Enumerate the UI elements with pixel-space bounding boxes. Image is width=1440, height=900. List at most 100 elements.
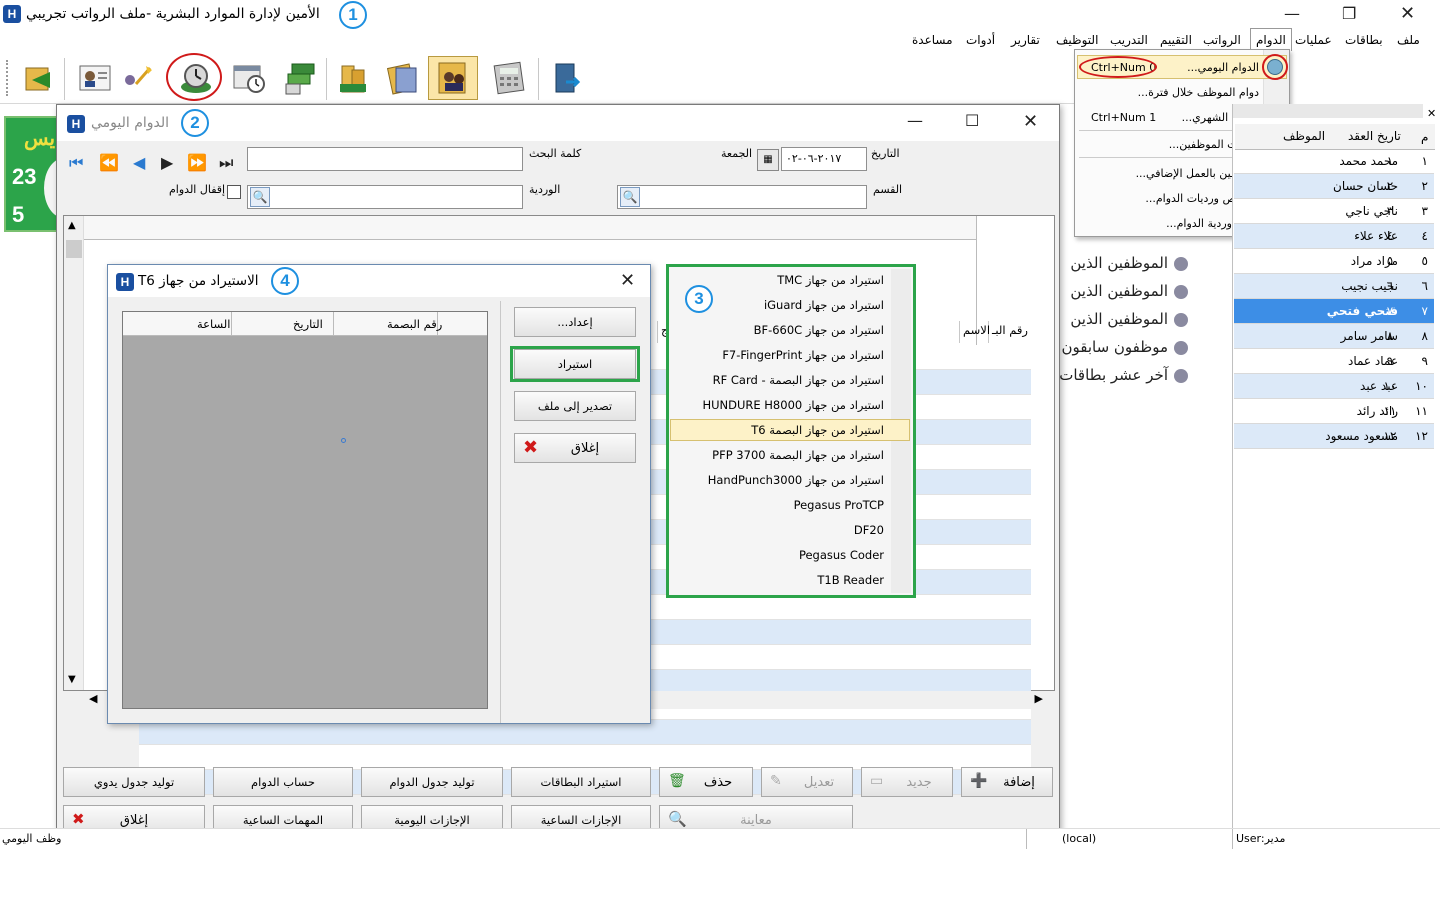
employee-row[interactable]: ٩ ٩ عماد عماد [1234,349,1434,374]
grid-header [64,216,980,240]
generate-schedule-button[interactable]: توليد جدول الدوام [361,767,503,797]
device-item[interactable]: T1B Reader [672,573,884,587]
menu-payroll[interactable]: الرواتب [1203,33,1241,47]
grid-column-header[interactable]: رقم البـ [992,323,1028,337]
device-item[interactable]: استيراد من جهاز HUNDURE H8000 [672,398,884,412]
calculate-attendance-button[interactable]: حساب الدوام [213,767,353,797]
import-close-icon[interactable]: ✕ [620,270,635,291]
first-record-icon[interactable]: ⏮ [69,153,83,173]
tree-item[interactable]: الموظفين الذين [1070,254,1188,272]
menu-item-employee-period[interactable]: دوام الموظف خلال فترة... [1138,86,1259,99]
device-item[interactable]: Pegasus Coder [672,548,884,562]
device-item[interactable]: Pegasus ProTCP [672,498,884,512]
menu-training[interactable]: التدريب [1110,33,1148,47]
employee-wand-icon[interactable] [120,60,158,96]
search-icon[interactable]: 🔍 [250,187,270,207]
new-button[interactable]: ▭ جديد [861,767,953,797]
import-button[interactable]: استيراد [514,349,636,379]
employee-row[interactable]: ١٠ ١٠ عبد عبد [1234,374,1434,399]
device-item[interactable]: استيراد من جهاز HandPunch3000 [672,473,884,487]
tree-item-label: الموظفين الذين [1070,310,1168,328]
menu-hiring[interactable]: التوظيف [1056,33,1098,47]
employee-row[interactable]: ٦ ٦ نجيب نجيب [1234,274,1434,299]
menu-cards[interactable]: بطاقات [1345,33,1383,47]
close-icon[interactable]: ✕ [1400,3,1415,24]
next-record-icon[interactable]: ▶ [161,153,173,172]
grid-column-header[interactable]: الاسم [963,323,990,337]
menu-reports[interactable]: تقارير [1011,33,1040,47]
last-record-icon[interactable]: ⏭ [219,153,233,173]
calculator-icon[interactable] [490,60,528,96]
menu-tools[interactable]: أدوات [966,33,995,47]
books-icon[interactable] [336,60,374,96]
device-item[interactable]: استيراد من جهاز F7-FingerPrint [672,348,884,362]
device-item[interactable]: DF20 [672,523,884,537]
menu-attendance[interactable]: الدوام [1250,28,1292,51]
employee-row[interactable]: ١ ١ محمد محمد [1234,149,1434,174]
add-button[interactable]: ➕ إضافة [961,767,1053,797]
device-item[interactable]: استيراد من جهاز البصمة PFP 3700 [672,448,884,462]
employee-row[interactable]: ٤ ٤ علاء علاء [1234,224,1434,249]
prev-page-icon[interactable]: ⏪ [99,153,119,172]
maximize-icon[interactable]: ❐ [1342,4,1356,23]
employee-row[interactable]: ١٢ ١٢ مسعود مسعود [1234,424,1434,449]
toolbar-grip [6,60,10,96]
payroll-money-icon[interactable] [282,60,320,96]
calendar-icon[interactable]: ▦ [757,149,779,171]
tree-item[interactable]: الموظفين الذين [1070,310,1188,328]
tree-item[interactable]: آخر عشر بطاقات [1059,366,1188,384]
grid-scrollbar[interactable]: ▲ ▼ [64,216,84,690]
exit-icon[interactable] [20,60,58,96]
employee-row[interactable]: ٣ ٣ ناجي ناجي [1234,199,1434,224]
delete-button[interactable]: 🗑 حذف [659,767,753,797]
prev-record-icon[interactable]: ◀ [133,153,145,172]
employee-row[interactable]: ٥ ٥ مراد مراد [1234,249,1434,274]
import-cards-button[interactable]: استيراد البطاقات [511,767,651,797]
next-page-icon[interactable]: ⏩ [187,153,207,172]
setup-button[interactable]: إعداد... [514,307,636,337]
tree-item[interactable]: الموظفين الذين [1070,282,1188,300]
employee-row[interactable]: ٢ ٢ حسان حسان [1234,174,1434,199]
daily-minimize-icon[interactable]: — [907,111,923,130]
col-time: الساعة [197,317,231,331]
export-file-button[interactable]: تصدير إلى ملف [514,391,636,421]
lock-checkbox[interactable] [227,185,241,199]
menu-operations[interactable]: عمليات [1295,33,1332,47]
import-close-label: إغلاق [570,440,600,456]
device-item[interactable]: استيراد من جهاز BF-660C [672,323,884,337]
minimize-icon[interactable]: — [1284,4,1300,23]
menu-file[interactable]: ملف [1397,33,1420,47]
employee-row[interactable]: ٧ ٧ فتحي فتحي [1234,299,1434,324]
tree-item-label: الموظفين الذين [1070,282,1168,300]
employee-index: ٩ [1421,354,1428,368]
daily-maximize-icon[interactable]: ☐ [965,111,979,130]
device-item[interactable]: استيراد من جهاز iGuard [672,298,884,312]
panel-close-icon[interactable]: ✕ [1427,107,1436,120]
date-input[interactable]: ٢٠١٧-٠٦-٠٢ [781,147,867,171]
device-item[interactable]: استيراد من جهاز البصمة T6 [672,423,884,437]
import-close-button[interactable]: ✖ إغلاق [514,433,636,463]
edit-button[interactable]: ✎ تعديل [761,767,853,797]
department-select[interactable]: 🔍 [617,185,867,209]
import-divider [500,301,501,723]
search-keyword-input[interactable] [247,147,523,171]
daily-close-icon[interactable]: ✕ [1023,111,1038,132]
employee-row[interactable]: ١١ ١١ رائد رائد [1234,399,1434,424]
device-item[interactable]: استيراد من جهاز TMC [672,273,884,287]
menu-evaluation[interactable]: التقييم [1160,33,1192,47]
monthly-attendance-icon[interactable] [230,60,268,96]
manual-schedule-button[interactable]: توليد جدول يدوي [63,767,205,797]
employee-index: ٦ [1421,279,1428,293]
employees-folder-button[interactable] [428,56,478,100]
button-icon: ▭ [870,773,884,789]
tree-item[interactable]: موظفون سابقون [1061,338,1188,356]
employee-card-icon[interactable] [76,60,114,96]
employee-row[interactable]: ٨ ٨ سامر سامر [1234,324,1434,349]
shift-select[interactable]: 🔍 [247,185,523,209]
door-exit-icon[interactable] [548,60,586,96]
archive-folders-icon[interactable] [384,60,422,96]
device-item[interactable]: استيراد من جهاز البصمة - RF Card [672,373,884,387]
search-icon[interactable]: 🔍 [620,187,640,207]
menu-help[interactable]: مساعدة [912,33,953,47]
menu-item-daily-attendance[interactable]: الدوام اليومي... [1187,61,1259,74]
